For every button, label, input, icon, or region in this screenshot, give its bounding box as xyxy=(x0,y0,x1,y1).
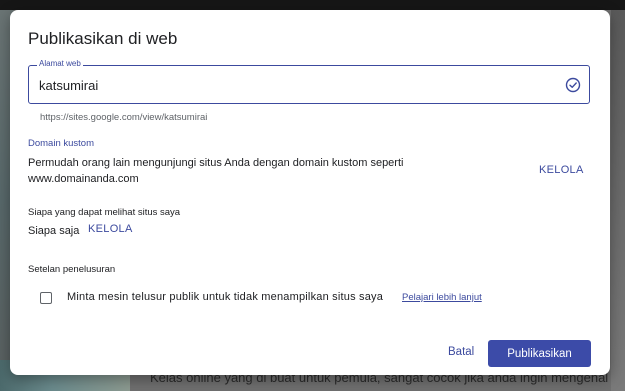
publish-button[interactable]: Publikasikan xyxy=(488,340,591,367)
custom-domain-description-line2: www.domainanda.com xyxy=(28,173,139,185)
site-url-hint: https://sites.google.com/view/katsumirai xyxy=(40,112,208,123)
dialog-title: Publikasikan di web xyxy=(28,29,178,48)
learn-more-link[interactable]: Pelajari lebih lanjut xyxy=(402,292,482,303)
hide-from-search-checkbox[interactable] xyxy=(40,292,52,304)
hide-from-search-label: Minta mesin telusur publik untuk tidak m… xyxy=(67,291,384,303)
background-topbar xyxy=(0,0,625,10)
web-address-label: Alamat web xyxy=(37,59,83,68)
search-settings-heading: Setelan penelusuran xyxy=(28,264,116,275)
custom-domain-description-line1: Permudah orang lain mengunjungi situs An… xyxy=(28,157,404,169)
custom-domain-heading: Domain kustom xyxy=(28,138,94,149)
manage-custom-domain-button[interactable]: KELOLA xyxy=(539,164,584,176)
visibility-value: Siapa saja xyxy=(28,225,80,237)
web-address-field[interactable]: Alamat web xyxy=(28,59,590,104)
visibility-heading: Siapa yang dapat melihat situs saya xyxy=(28,207,181,218)
publish-dialog: Publikasikan di web Alamat web https://s… xyxy=(10,10,610,375)
check-circle-icon xyxy=(565,77,581,93)
manage-visibility-button[interactable]: KELOLA xyxy=(88,223,133,235)
background-right-image xyxy=(611,10,625,391)
web-address-input[interactable] xyxy=(39,76,539,94)
cancel-button[interactable]: Batal xyxy=(448,346,474,358)
